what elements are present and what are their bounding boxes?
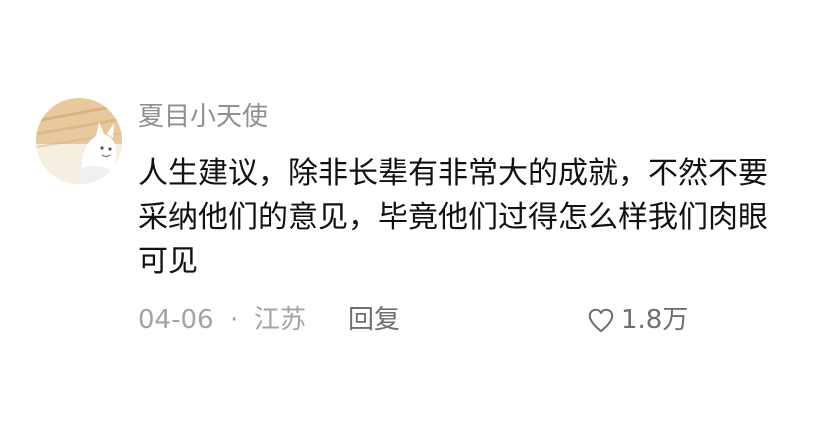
- comment-date: 04-06: [138, 305, 214, 335]
- comment-location: 江苏: [254, 305, 307, 335]
- comment-text: 人生建议，除非长辈有非常大的成就，不然不要采纳他们的意见，毕竟他们过得怎么样我们…: [138, 156, 768, 279]
- like-button[interactable]: 1.8万: [586, 300, 688, 340]
- cat-avatar-icon: [36, 98, 122, 184]
- username[interactable]: 夏目小天使: [138, 100, 268, 134]
- comment-meta: 04-06 · 江苏 回复 1.8万: [138, 300, 788, 340]
- heart-outline-icon: [588, 308, 614, 333]
- like-count: 1.8万: [621, 305, 689, 335]
- reply-button[interactable]: 回复: [348, 300, 400, 340]
- meta-separator: ·: [230, 305, 239, 335]
- avatar[interactable]: [36, 98, 122, 184]
